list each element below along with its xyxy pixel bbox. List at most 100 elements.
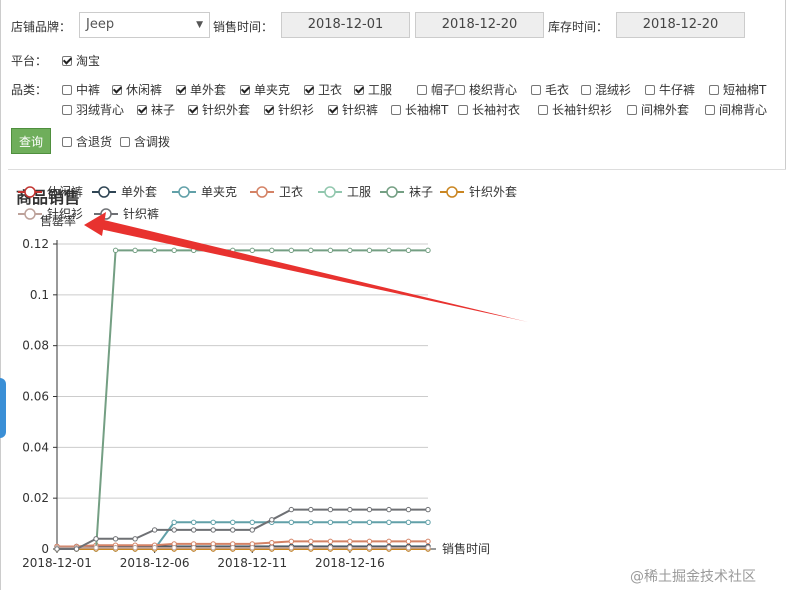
checkbox-box[interactable] — [538, 104, 548, 115]
include-returns-checkbox[interactable]: 含退货 — [62, 133, 112, 150]
data-point — [405, 545, 412, 551]
category-label-text: 帽子 — [431, 83, 456, 97]
category-checkbox[interactable]: 中裤 — [62, 81, 100, 98]
category-label-text: 混绒衫 — [595, 83, 632, 97]
category-checkbox[interactable]: 长袖棉T — [391, 101, 448, 118]
checkbox-box[interactable] — [62, 104, 72, 115]
data-point — [132, 536, 138, 542]
category-checkbox[interactable]: 休闲裤 — [112, 81, 162, 98]
data-point — [112, 247, 119, 254]
data-point — [405, 538, 412, 545]
checkbox-box[interactable] — [120, 136, 130, 147]
checkbox-box[interactable] — [304, 84, 314, 95]
legend-item[interactable]: 卫衣 — [250, 184, 303, 199]
data-point — [425, 538, 431, 545]
include-transfers-label: 含调拨 — [134, 135, 171, 149]
checkbox-box[interactable] — [627, 104, 637, 115]
checkbox-box[interactable] — [645, 84, 655, 95]
sales-chart: 商品销售休闲裤 单外套 单夹克 卫衣 工服 袜子 针织外套针织衫 针织裤售罄率00.020.0… — [16, 184, 528, 570]
category-label-text: 间棉外套 — [641, 103, 690, 117]
platform-taobao-checkbox[interactable]: 淘宝 — [62, 52, 100, 69]
category-checkbox[interactable]: 间棉外套 — [627, 101, 689, 118]
data-point — [425, 545, 431, 551]
legend-marker — [324, 186, 336, 198]
data-point — [386, 538, 392, 545]
data-point — [405, 247, 412, 254]
sales-start-input[interactable]: 2018-12-01 — [281, 12, 410, 38]
data-point — [347, 247, 353, 254]
brand-select[interactable]: Jeep ▼ — [79, 12, 210, 38]
category-checkbox[interactable]: 羽绒背心 — [62, 101, 124, 118]
checkbox-box[interactable] — [417, 84, 427, 95]
data-point — [308, 519, 314, 526]
data-point — [210, 545, 216, 551]
category-checkbox[interactable]: 卫衣 — [304, 81, 342, 98]
category-checkbox[interactable]: 长袖衬衣 — [458, 101, 520, 118]
data-point — [308, 506, 314, 513]
legend-item[interactable]: 针织外套 — [440, 184, 517, 199]
data-point — [347, 506, 353, 513]
category-checkbox[interactable]: 毛衣 — [531, 81, 569, 98]
annotation-arrow-shaft — [100, 220, 528, 322]
checkbox-box[interactable] — [455, 84, 465, 95]
data-point — [93, 536, 99, 542]
data-point — [288, 545, 295, 551]
checkbox-box[interactable] — [531, 84, 541, 95]
checkbox-box[interactable] — [328, 104, 338, 115]
legend-marker — [386, 186, 398, 198]
checkbox-box[interactable] — [137, 104, 147, 115]
data-point — [386, 519, 392, 526]
category-checkbox[interactable]: 针织衫 — [264, 101, 314, 118]
data-point — [425, 519, 431, 526]
legend-item[interactable]: 单外套 — [92, 185, 157, 199]
checkbox-box[interactable] — [240, 84, 250, 95]
checkbox-box[interactable] — [458, 104, 468, 115]
watermark: @稀土掘金技术社区 — [630, 569, 756, 585]
checkbox-box[interactable] — [62, 55, 72, 66]
checkbox-box[interactable] — [709, 84, 719, 95]
legend-label: 休闲裤 — [47, 185, 83, 199]
category-checkbox[interactable]: 间棉背心 — [705, 101, 767, 118]
checkbox-box[interactable] — [354, 84, 364, 95]
checkbox-box[interactable] — [62, 136, 72, 147]
category-checkbox[interactable]: 袜子 — [137, 101, 175, 118]
checkbox-box[interactable] — [705, 104, 715, 115]
category-checkbox[interactable]: 混绒衫 — [581, 81, 631, 98]
checkbox-box[interactable] — [62, 84, 72, 95]
legend-item[interactable]: 单夹克 — [172, 185, 237, 199]
category-checkbox[interactable]: 针织外套 — [188, 101, 250, 118]
legend-item[interactable]: 袜子 — [380, 185, 433, 199]
checkbox-box[interactable] — [391, 104, 401, 115]
stock-date-input[interactable]: 2018-12-20 — [616, 12, 745, 38]
category-checkbox[interactable]: 帽子 — [417, 81, 455, 98]
data-point — [269, 247, 275, 254]
category-checkbox[interactable]: 梭织背心 — [455, 81, 517, 98]
legend-item[interactable]: 休闲裤 — [18, 185, 83, 199]
category-label-text: 长袖针织衫 — [552, 103, 613, 117]
category-checkbox[interactable]: 长袖针织衫 — [538, 101, 612, 118]
category-checkbox[interactable]: 工服 — [354, 81, 392, 98]
data-point — [386, 545, 392, 551]
y-tick-label: 0.06 — [22, 390, 49, 404]
checkbox-box[interactable] — [176, 84, 186, 95]
category-label-text: 短袖棉T — [723, 83, 767, 97]
category-label-text: 卫衣 — [318, 83, 343, 97]
category-checkbox[interactable]: 单外套 — [176, 81, 226, 98]
query-button[interactable]: 查询 — [11, 128, 51, 154]
data-point — [249, 247, 255, 254]
data-point — [366, 506, 373, 513]
sales-end-input[interactable]: 2018-12-20 — [415, 12, 544, 38]
category-checkbox[interactable]: 针织裤 — [328, 101, 378, 118]
legend-label: 针织外套 — [469, 184, 517, 199]
category-checkbox[interactable]: 单夹克 — [240, 81, 290, 98]
checkbox-box[interactable] — [581, 84, 591, 95]
include-transfers-checkbox[interactable]: 含调拨 — [120, 133, 170, 150]
legend-item[interactable]: 工服 — [318, 185, 371, 199]
checkbox-box[interactable] — [112, 84, 122, 95]
data-point — [249, 527, 255, 533]
category-checkbox[interactable]: 牛仔裤 — [645, 81, 695, 98]
checkbox-box[interactable] — [264, 104, 274, 115]
checkbox-box[interactable] — [188, 104, 198, 115]
category-checkbox[interactable]: 短袖棉T — [709, 81, 766, 98]
category-label-text: 梭织背心 — [469, 83, 518, 97]
